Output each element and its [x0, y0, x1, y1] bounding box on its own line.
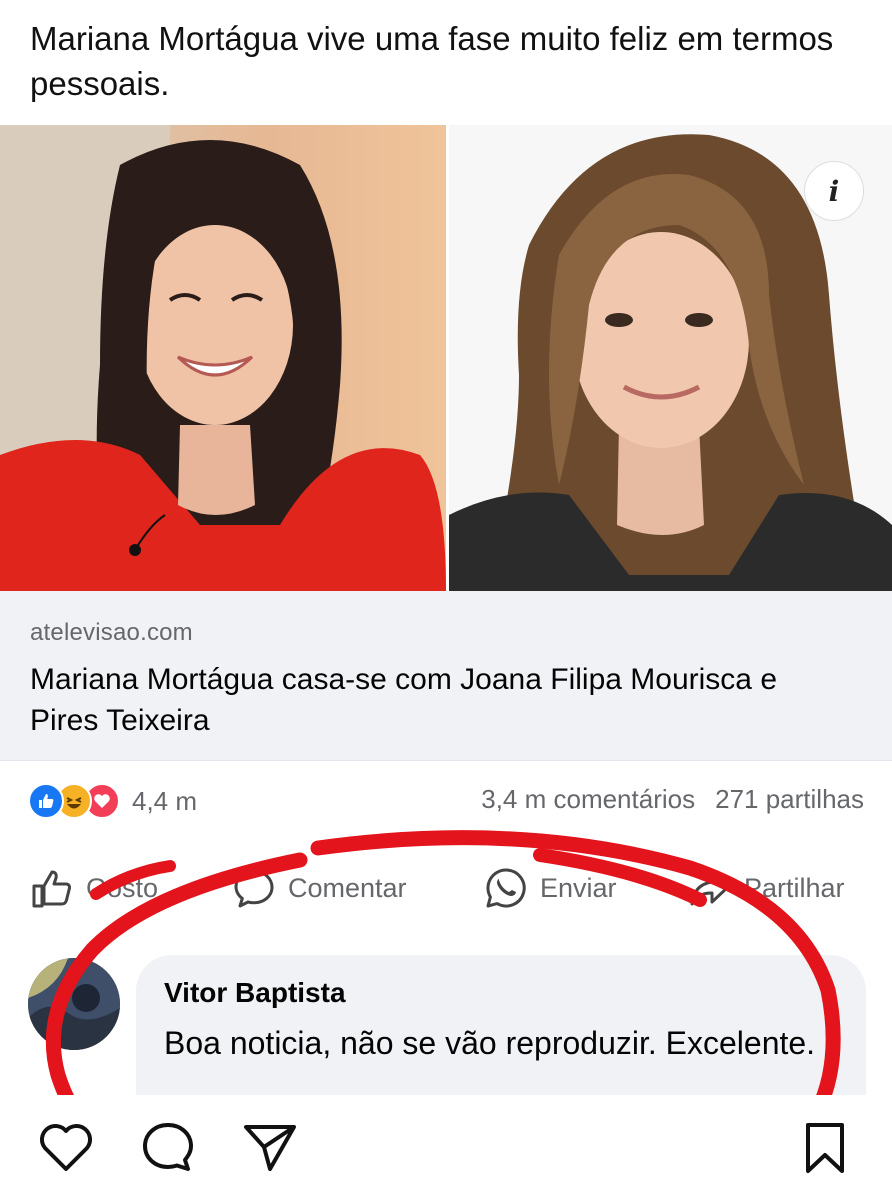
comments-count[interactable]: 3,4 m comentários — [481, 784, 695, 815]
post-text: Mariana Mortágua vive uma fase muito fel… — [30, 20, 834, 102]
post-actions: Gosto Comentar Enviar Partilhar — [0, 860, 892, 916]
comment-bubble-icon[interactable] — [140, 1121, 196, 1178]
avatar[interactable] — [28, 958, 120, 1050]
comment-author[interactable]: Vitor Baptista — [164, 977, 346, 1009]
engagement-stats: 3,4 m comentários 271 partilhas — [481, 784, 864, 815]
like-label: Gosto — [86, 872, 159, 903]
comment-label: Comentar — [288, 872, 407, 903]
instagram-action-bar — [0, 1095, 892, 1200]
share-button[interactable]: Partilhar — [688, 860, 845, 916]
bookmark-icon[interactable] — [800, 1121, 850, 1180]
comment-bubble: Vitor Baptista Boa noticia, não se vão r… — [136, 955, 866, 1095]
photo-right: i — [449, 125, 892, 591]
heart-icon[interactable] — [38, 1121, 94, 1178]
portrait-left-illustration — [0, 125, 446, 591]
reactions-count: 4,4 m — [132, 785, 198, 816]
share-label: Partilhar — [744, 872, 845, 903]
comment-button[interactable]: Comentar — [232, 860, 407, 916]
reactions-summary[interactable]: 4,4 m — [28, 781, 197, 821]
info-button[interactable]: i — [804, 161, 864, 221]
link-title[interactable]: Mariana Mortágua casa-se com Joana Filip… — [30, 659, 850, 741]
comment-icon — [234, 869, 274, 908]
photo-left — [0, 125, 446, 591]
comment-text: Boa noticia, não se vão reproduzir. Exce… — [164, 1025, 816, 1061]
share-arrow-icon — [690, 870, 730, 906]
link-preview-image[interactable]: i — [0, 125, 892, 591]
send-paper-plane-icon[interactable] — [242, 1121, 298, 1178]
like-icon — [28, 783, 64, 819]
whatsapp-icon — [486, 868, 526, 908]
shares-count[interactable]: 271 partilhas — [715, 784, 864, 815]
avatar-photo — [28, 958, 120, 1050]
send-label: Enviar — [540, 872, 617, 903]
send-button[interactable]: Enviar — [484, 860, 617, 916]
link-preview-card[interactable]: atelevisao.com Mariana Mortágua casa-se … — [0, 591, 892, 761]
thumbs-up-icon — [32, 870, 72, 908]
like-button[interactable]: Gosto — [30, 860, 158, 916]
link-domain: atelevisao.com — [30, 619, 193, 646]
